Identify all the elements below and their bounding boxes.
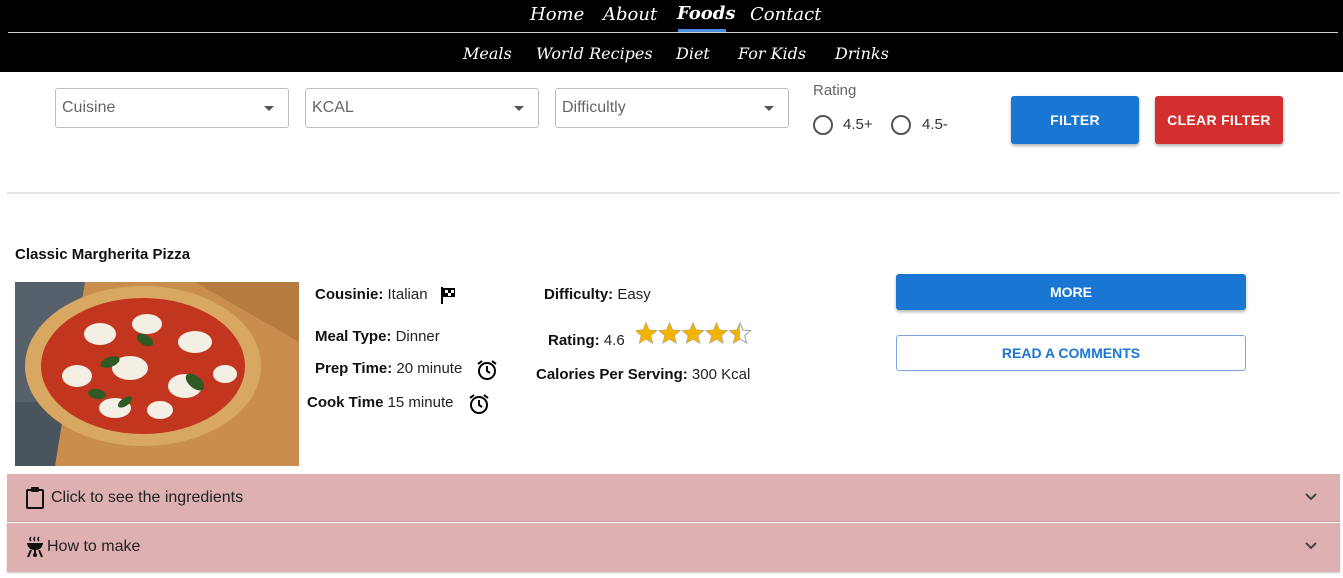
rating-radio-below-label[interactable]: 4.5- [922,116,948,133]
difficulty-select[interactable]: Difficultly [555,88,789,128]
prep-time-label: Prep Time: [315,360,393,377]
ingredients-accordion[interactable]: Click to see the ingredients [7,474,1340,522]
flag-icon [441,287,455,304]
read-comments-button[interactable]: READ A COMMENTS [896,335,1246,371]
difficulty-label: Difficulty: [544,286,614,303]
pizza-illustration [15,282,299,466]
rating-info: Rating: 4.6 [548,332,625,349]
cuisine-select[interactable]: Cuisine [55,88,289,128]
grill-icon [27,536,43,558]
star-rating [636,322,752,344]
top-navigation: Home About Foods Contact Meals World Rec… [0,0,1343,72]
cuisine-select-label: Cuisine [62,99,116,116]
rating-radio-above[interactable] [813,115,833,135]
how-to-make-accordion-label: How to make [47,538,141,555]
nav-contact[interactable]: Contact [750,4,821,25]
nav-home[interactable]: Home [530,4,584,25]
prep-time-value: 20 minute [396,360,463,377]
star-2 [657,322,682,344]
star-5 [728,322,752,344]
ingredients-accordion-label: Click to see the ingredients [51,489,244,506]
cuisine-info-label: Cousinie: [315,286,384,303]
calories-label: Calories Per Serving: [536,366,688,383]
cook-time-value: 15 minute [387,394,454,411]
cook-time-label: Cook Time [307,394,384,411]
star-3 [681,322,705,344]
clipboard-icon [26,487,44,509]
dropdown-caret-icon [264,106,274,111]
meal-type-info: Meal Type: Dinner [315,328,440,345]
rating-radio-above-label[interactable]: 4.5+ [843,116,873,133]
chevron-down-icon [1305,493,1317,501]
nav-about[interactable]: About [603,4,657,25]
rating-value: 4.6 [603,332,625,349]
kcal-select-label: KCAL [312,99,354,116]
alarm-clock-icon [469,394,489,414]
nav-for-kids[interactable]: For Kids [738,44,806,63]
section-divider [7,192,1340,194]
kcal-select[interactable]: KCAL [305,88,539,128]
nav-meals[interactable]: Meals [463,44,512,63]
rating-label: Rating: [548,332,600,349]
nav-diet[interactable]: Diet [676,44,710,63]
cook-time-info: Cook Time 15 minute [307,394,453,411]
clear-filter-button[interactable]: CLEAR FILTER [1155,96,1283,144]
how-to-make-accordion[interactable]: How to make [7,523,1340,572]
alarm-clock-icon [477,360,497,380]
difficulty-select-label: Difficultly [562,99,626,116]
difficulty-value: Easy [617,286,651,303]
meal-type-value: Dinner [395,328,440,345]
more-button[interactable]: MORE [896,274,1246,310]
filter-button[interactable]: FILTER [1011,96,1139,144]
recipe-title: Classic Margherita Pizza [15,246,191,263]
dropdown-caret-icon [764,106,774,111]
nav-drinks[interactable]: Drinks [835,44,889,63]
prep-time-info: Prep Time: 20 minute [315,360,462,377]
rating-filter-label: Rating [813,82,857,99]
calories-value: 300 Kcal [691,366,751,383]
meal-type-label: Meal Type: [315,328,392,345]
cuisine-info: Cousinie: Italian [315,286,428,303]
recipe-photo [15,282,299,466]
difficulty-info: Difficulty: Easy [544,286,651,303]
star-4 [704,322,729,344]
nav-world-recipes[interactable]: World Recipes [536,44,653,63]
nav-divider [8,32,1338,33]
cuisine-info-value: Italian [387,286,428,303]
star-1 [636,322,658,344]
rating-radio-below[interactable] [891,115,911,135]
chevron-down-icon [1305,542,1317,550]
calories-info: Calories Per Serving: 300 Kcal [536,366,750,383]
nav-foods[interactable]: Foods [677,3,736,24]
dropdown-caret-icon [514,106,524,111]
